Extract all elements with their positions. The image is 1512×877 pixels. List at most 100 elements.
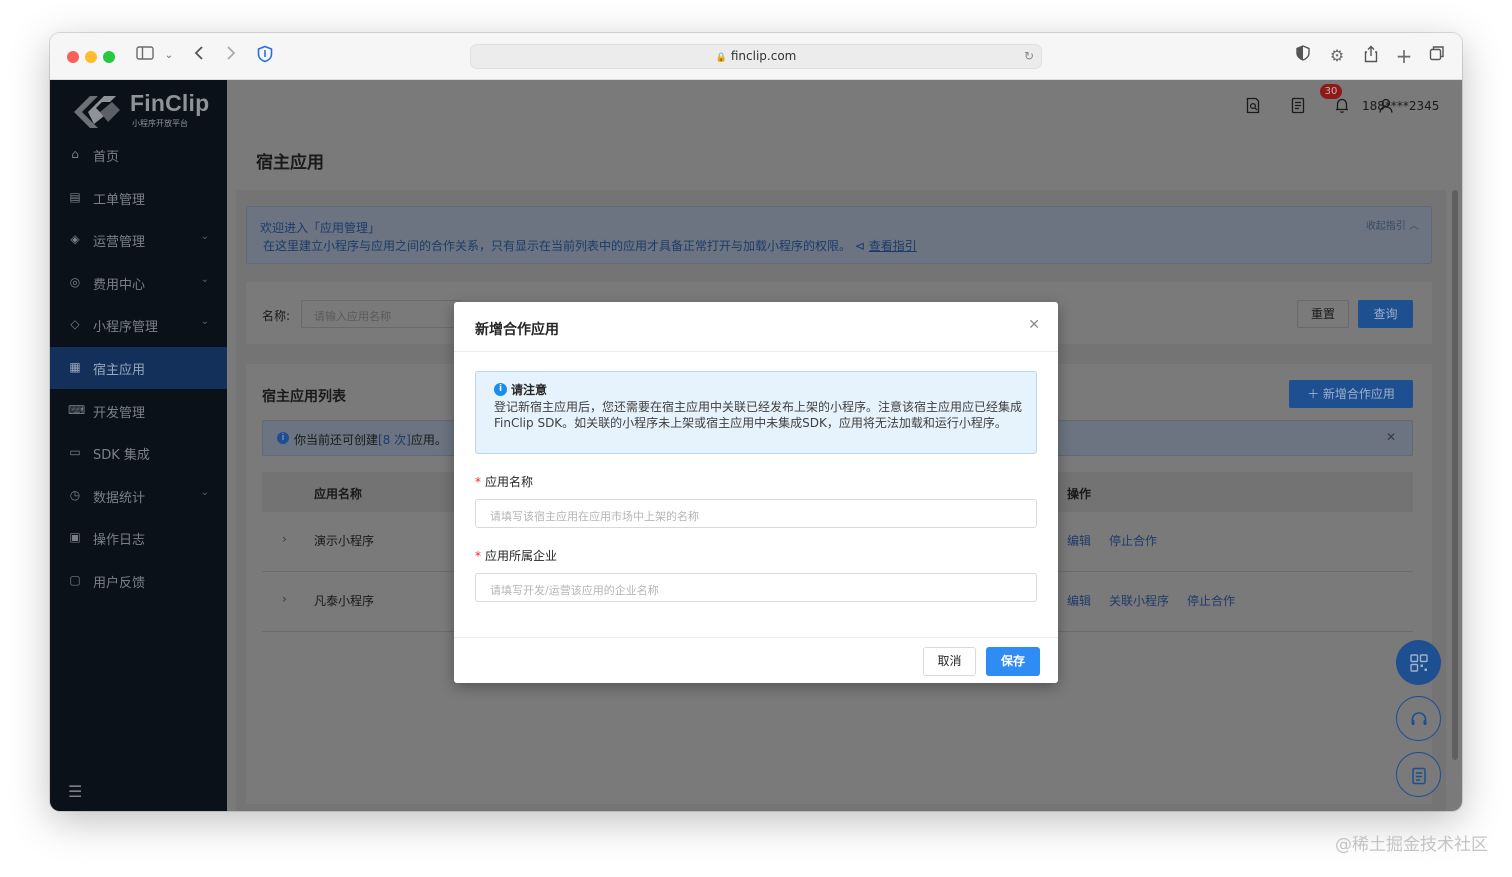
chevron-down-icon: ⌄	[200, 486, 209, 498]
lock-icon: 🔒	[715, 53, 727, 63]
reset-button[interactable]: 重置	[1297, 300, 1349, 328]
row-action-link[interactable]: 编辑	[1067, 594, 1091, 608]
back-icon[interactable]	[190, 45, 208, 67]
coin-icon: ◎	[69, 274, 81, 289]
app-name-cell: 凡泰小程序	[314, 594, 375, 608]
address-bar[interactable]: 🔒 finclip.com ↻	[470, 44, 1042, 69]
notification-badge: 30	[1320, 84, 1342, 99]
list-title: 宿主应用列表	[262, 389, 346, 405]
collapse-guide-button[interactable]: 收起指引 ︿	[1366, 217, 1419, 232]
maximize-window-button[interactable]	[103, 51, 115, 63]
app-name-placeholder: 请填写该宿主应用在应用市场中上架的名称	[490, 510, 699, 523]
sidebar-item[interactable]: ▦ 宿主应用	[50, 347, 227, 389]
tabs-overview-icon[interactable]	[1428, 45, 1446, 67]
sidebar-item-label: SDK 集成	[93, 448, 150, 464]
chevron-down-icon: ⌄	[200, 231, 209, 243]
app-name-input[interactable]: 请填写该宿主应用在应用市场中上架的名称	[475, 499, 1037, 528]
sidebar-item[interactable]: ▭ SDK 集成	[50, 432, 227, 474]
sidebar-item-label: 费用中心	[93, 277, 146, 293]
row-action-link[interactable]: 停止合作	[1187, 594, 1235, 608]
headset-support-float-button[interactable]	[1396, 696, 1441, 741]
sidebar-item[interactable]: ▢ 用户反馈	[50, 560, 227, 602]
row-action-link[interactable]: 关联小程序	[1109, 594, 1169, 608]
banner-text: 在这里建立小程序与应用之间的合作关系，只有显示在当前列表中的应用才具备正常打开与…	[263, 237, 917, 254]
alert-title: 请注意	[511, 383, 548, 397]
menu-collapse-icon[interactable]: ☰	[68, 782, 82, 801]
privacy-icon[interactable]	[1294, 45, 1312, 67]
logo[interactable]: FinClip 小程序开放平台	[70, 86, 220, 132]
forward-icon[interactable]	[222, 45, 240, 67]
chevron-down-icon: ⌄	[200, 316, 209, 328]
required-mark: *	[475, 475, 481, 489]
content-scrollbar[interactable]	[1452, 190, 1458, 760]
sidebar-item[interactable]: ◇ 小程序管理 ⌄	[50, 304, 227, 346]
row-action-link[interactable]: 停止合作	[1109, 534, 1157, 548]
watermark: @稀土掘金技术社区	[1335, 835, 1488, 855]
sidebar-item[interactable]: ◷ 数据统计 ⌄	[50, 475, 227, 517]
close-icon[interactable]: ✕	[1386, 430, 1396, 444]
company-placeholder: 请填写开发/运营该应用的企业名称	[490, 584, 659, 597]
doc-float-button[interactable]	[1396, 752, 1441, 797]
sidebar-item-label: 数据统计	[93, 490, 146, 506]
banner-title: 欢迎进入「应用管理」	[260, 221, 381, 235]
browser-window: ⌄ 🔒 finclip.com ↻ ⚙ + FinClip 小程序开放平台 ⌂ …	[50, 33, 1462, 811]
diamond-icon: ◇	[70, 317, 80, 332]
close-window-button[interactable]	[67, 51, 79, 63]
gear-icon[interactable]: ⚙	[1328, 45, 1346, 67]
reload-icon[interactable]: ↻	[1024, 49, 1034, 63]
home-icon: ⌂	[71, 147, 79, 161]
chevron-down-icon: ⌄	[200, 273, 209, 285]
dialog-close-icon[interactable]: ✕	[1028, 317, 1040, 333]
code-icon: ⌨	[68, 402, 86, 417]
shield-icon[interactable]	[255, 45, 275, 67]
document-list-icon[interactable]	[1289, 97, 1307, 115]
quota-prefix: 你当前还可创建	[294, 433, 379, 447]
expand-chevron-icon[interactable]: ›	[282, 592, 287, 606]
row-action-link[interactable]: 编辑	[1067, 534, 1091, 548]
sidebar-item-label: 运营管理	[93, 235, 146, 251]
finclip-logo-icon	[74, 96, 120, 128]
ticket-icon: ▤	[69, 189, 81, 204]
bell-icon[interactable]	[1333, 97, 1351, 115]
required-mark: *	[475, 549, 481, 563]
sdk-icon: ▭	[69, 445, 81, 460]
layers-icon: ◈	[70, 232, 80, 247]
send-icon: ⊲	[854, 239, 865, 253]
sidebar-item-label: 操作日志	[93, 533, 146, 549]
add-partner-app-button[interactable]: ＋ 新增合作应用	[1289, 380, 1413, 408]
sidebar-item[interactable]: ◈ 运营管理 ⌄	[50, 219, 227, 261]
quota-suffix: 应用。	[410, 433, 447, 447]
chevron-down-icon[interactable]: ⌄	[163, 45, 175, 67]
search-placeholder: 请输入应用名称	[314, 310, 391, 323]
sidebar-item[interactable]: ⌂ 首页	[50, 134, 227, 176]
log-icon: ▣	[69, 530, 81, 545]
share-icon[interactable]	[1362, 45, 1380, 67]
apps-icon: ▦	[69, 360, 81, 374]
search-input[interactable]: 请输入应用名称	[301, 300, 461, 328]
minimize-window-button[interactable]	[85, 51, 97, 63]
qr-grid-float-button[interactable]	[1396, 640, 1441, 685]
cancel-button[interactable]: 取消	[923, 647, 976, 676]
sidebar-toggle-icon[interactable]	[136, 45, 154, 67]
user-phone[interactable]: 188****2345	[1362, 99, 1439, 113]
sidebar-item[interactable]: ⌨ 开发管理	[50, 390, 227, 432]
save-button[interactable]: 保存	[986, 647, 1040, 676]
sidebar-item[interactable]: ▤ 工单管理	[50, 177, 227, 219]
dialog-header: 新增合作应用 ✕	[454, 302, 1058, 352]
document-search-icon[interactable]	[1244, 97, 1262, 115]
alert-body: 登记新宿主应用后，您还需要在宿主应用中关联已经发布上架的小程序。注意该宿主应用应…	[494, 400, 1023, 430]
app-name-label-text: 应用名称	[485, 475, 534, 489]
guide-banner: 欢迎进入「应用管理」 在这里建立小程序与应用之间的合作关系，只有显示在当前列表中…	[246, 206, 1432, 264]
sidebar-item[interactable]: ◎ 费用中心 ⌄	[50, 262, 227, 304]
query-button[interactable]: 查询	[1358, 300, 1413, 328]
sidebar-item[interactable]: ▣ 操作日志	[50, 517, 227, 559]
dialog-title: 新增合作应用	[475, 322, 559, 338]
expand-chevron-icon[interactable]: ›	[282, 532, 287, 546]
view-guide-link[interactable]: 查看指引	[869, 239, 917, 253]
company-input[interactable]: 请填写开发/运营该应用的企业名称	[475, 573, 1037, 602]
row-actions: 编辑 关联小程序 停止合作	[1067, 592, 1253, 609]
sidebar-item-label: 工单管理	[93, 192, 146, 208]
banner-description: 在这里建立小程序与应用之间的合作关系，只有显示在当前列表中的应用才具备正常打开与…	[263, 239, 852, 253]
dialog-footer: 取消 保存	[454, 637, 1058, 683]
new-tab-icon[interactable]: +	[1395, 45, 1413, 67]
